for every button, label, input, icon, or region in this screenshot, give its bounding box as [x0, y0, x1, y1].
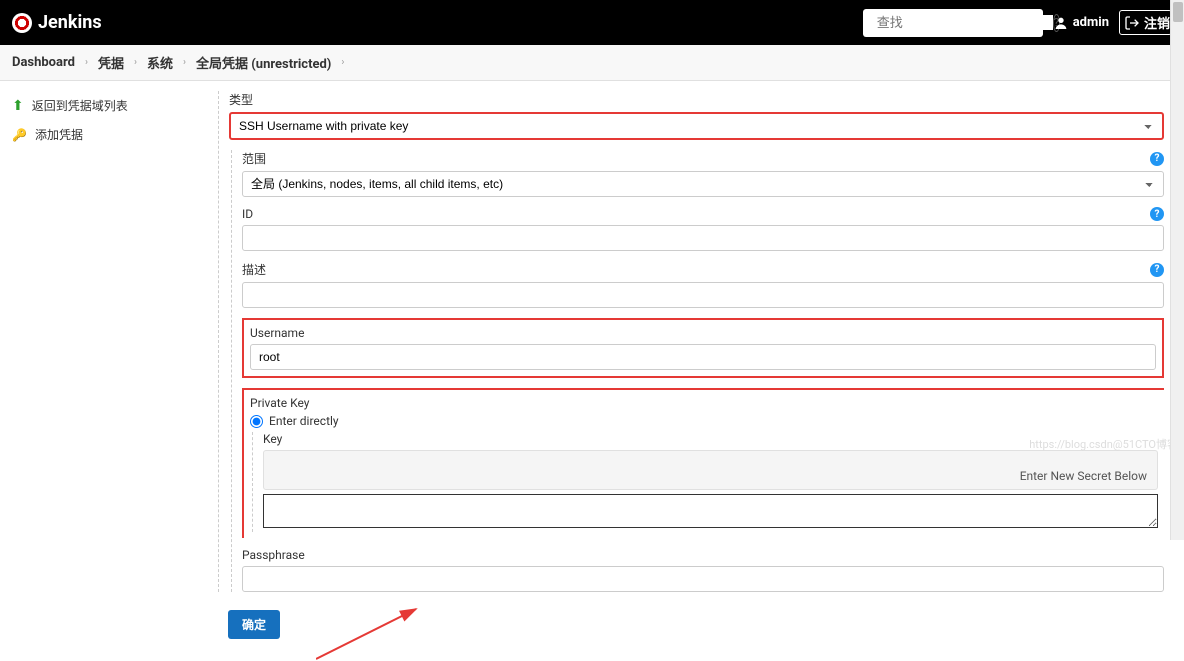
- logout-button[interactable]: 注销: [1119, 10, 1172, 35]
- breadcrumb-system[interactable]: 系统: [147, 53, 173, 72]
- user-icon: [1053, 15, 1069, 31]
- sidebar-add-credential[interactable]: 🔑 添加凭据: [0, 120, 208, 149]
- breadcrumb-dashboard[interactable]: Dashboard: [12, 55, 75, 70]
- sidebar-back-link[interactable]: ⬆ 返回到凭据域列表: [0, 91, 208, 120]
- breadcrumb-global[interactable]: 全局凭据 (unrestricted): [196, 53, 331, 72]
- content-area: 类型 SSH Username with private key 范围 ? 全局…: [208, 81, 1184, 659]
- brand-text: Jenkins: [38, 12, 102, 33]
- help-icon[interactable]: ?: [1150, 263, 1164, 277]
- username-label: Username: [250, 326, 304, 340]
- id-label: ID: [242, 207, 253, 221]
- credential-type-select[interactable]: SSH Username with private key: [229, 112, 1164, 140]
- description-label: 描述: [242, 261, 266, 278]
- scrollbar[interactable]: [1170, 0, 1184, 540]
- secret-hint: Enter New Secret Below: [263, 450, 1158, 490]
- chevron-right-icon: ›: [85, 57, 88, 68]
- sidebar: ⬆ 返回到凭据域列表 🔑 添加凭据: [0, 81, 208, 659]
- sidebar-back-label: 返回到凭据域列表: [32, 97, 128, 114]
- enter-directly-label: Enter directly: [269, 414, 339, 428]
- enter-directly-radio[interactable]: [250, 415, 263, 428]
- breadcrumb-credentials[interactable]: 凭据: [98, 53, 124, 72]
- search-box[interactable]: ?: [863, 9, 1043, 37]
- logout-icon: [1124, 15, 1140, 31]
- jenkins-icon: [12, 13, 32, 33]
- privatekey-label: Private Key: [250, 396, 309, 410]
- jenkins-logo[interactable]: Jenkins: [12, 12, 102, 33]
- key-label: Key: [263, 432, 282, 446]
- sidebar-add-label: 添加凭据: [35, 126, 83, 143]
- type-label: 类型: [229, 91, 253, 108]
- scope-select[interactable]: 全局 (Jenkins, nodes, items, all child ite…: [242, 171, 1164, 197]
- submit-button[interactable]: 确定: [228, 610, 280, 639]
- id-input[interactable]: [242, 225, 1164, 251]
- breadcrumb: Dashboard › 凭据 › 系统 › 全局凭据 (unrestricted…: [0, 45, 1184, 81]
- chevron-right-icon: ›: [341, 57, 344, 68]
- user-link[interactable]: admin: [1053, 15, 1109, 31]
- passphrase-input[interactable]: [242, 566, 1164, 592]
- annotation-arrow: [316, 601, 426, 661]
- help-icon[interactable]: ?: [1150, 152, 1164, 166]
- watermark: https://blog.csdn@51CTO博客: [1029, 436, 1178, 452]
- search-input[interactable]: [877, 15, 1053, 30]
- chevron-right-icon: ›: [183, 57, 186, 68]
- top-header: Jenkins ? admin 注销: [0, 0, 1184, 45]
- chevron-right-icon: ›: [134, 57, 137, 68]
- passphrase-label: Passphrase: [242, 548, 305, 562]
- username-input[interactable]: [250, 344, 1156, 370]
- scrollbar-thumb[interactable]: [1173, 2, 1183, 22]
- private-key-textarea[interactable]: [263, 494, 1158, 528]
- help-icon[interactable]: ?: [1150, 207, 1164, 221]
- user-name: admin: [1073, 15, 1109, 30]
- scope-label: 范围: [242, 150, 266, 167]
- key-icon: 🔑: [12, 128, 27, 142]
- arrow-up-icon: ⬆: [12, 98, 24, 114]
- description-input[interactable]: [242, 282, 1164, 308]
- logout-text: 注销: [1144, 13, 1170, 32]
